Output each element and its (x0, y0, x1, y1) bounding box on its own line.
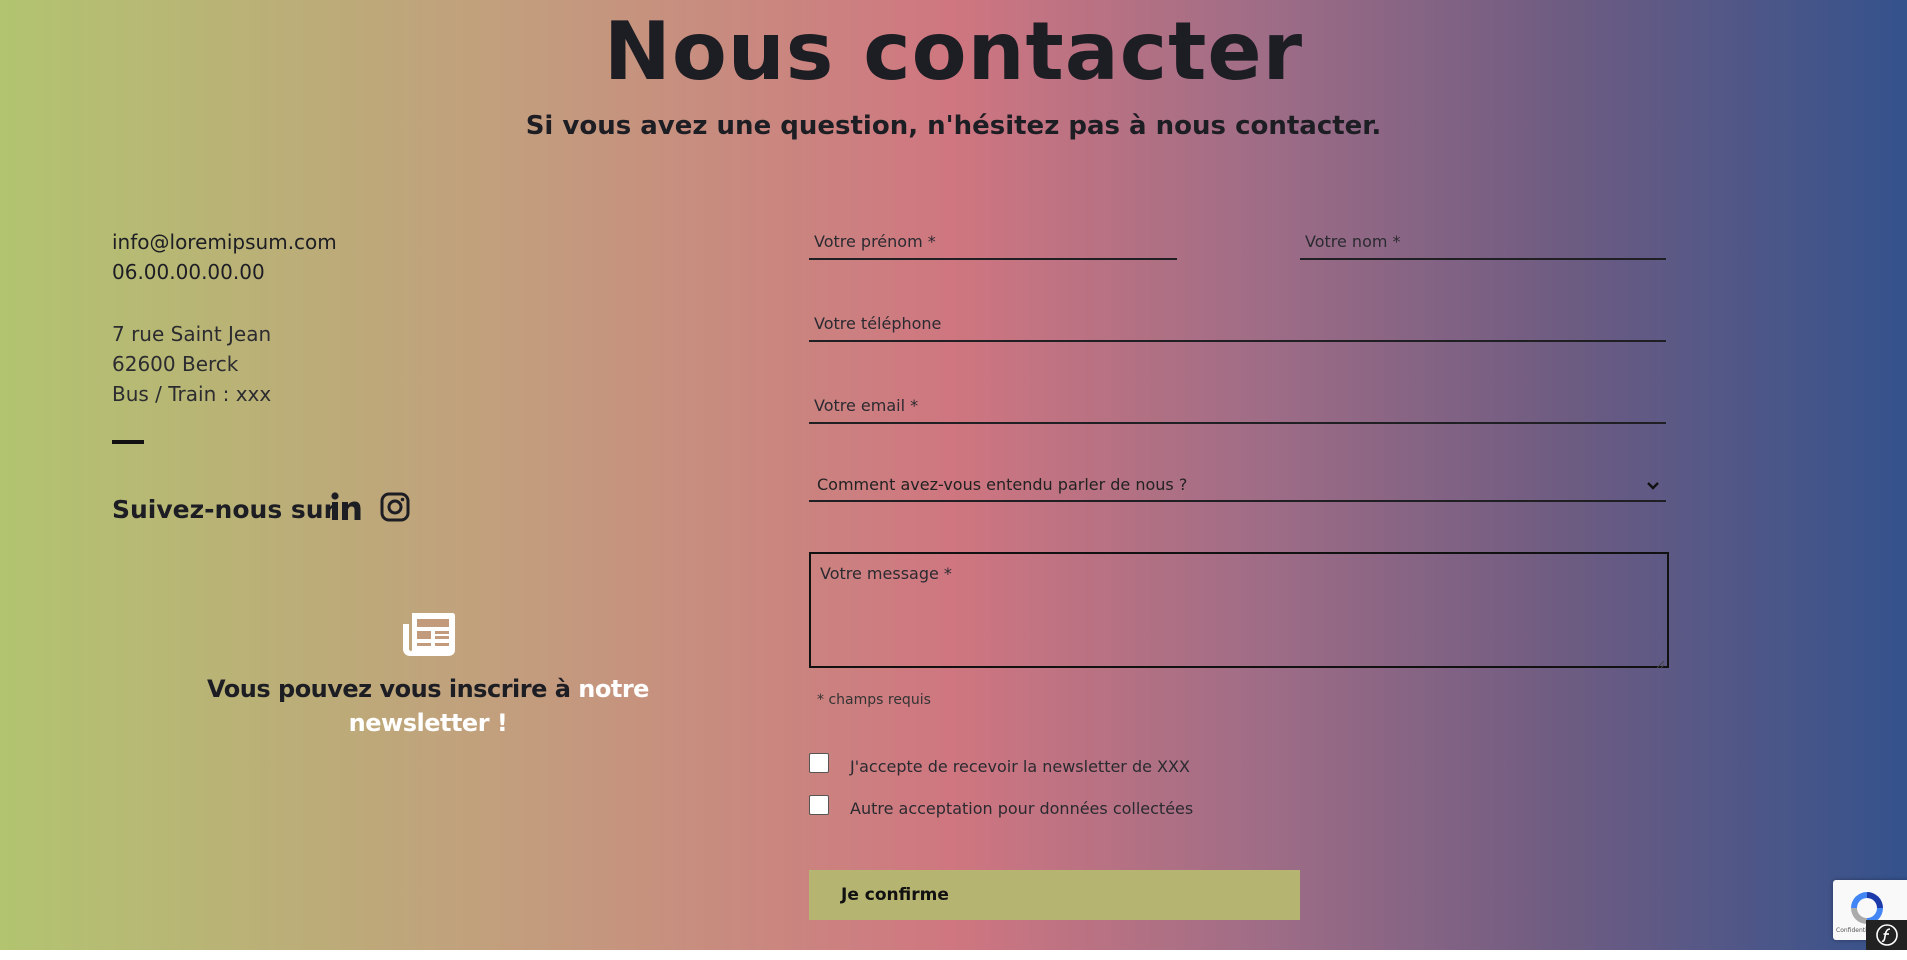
source-select-value: Comment avez-vous entendu parler de nous… (817, 475, 1188, 494)
phone-placeholder: Votre téléphone (814, 314, 942, 333)
symfony-icon (1876, 924, 1898, 946)
required-note: * champs requis (817, 692, 931, 708)
chevron-down-icon (1646, 478, 1660, 492)
newsletter-checkbox-label[interactable]: J'accepte de recevoir la newsletter de X… (850, 757, 1190, 777)
divider (112, 440, 144, 444)
email-placeholder: Votre email * (814, 396, 919, 415)
source-select[interactable]: Comment avez-vous entendu parler de nous… (809, 470, 1666, 502)
newsletter-promo-prefix: Vous pouvez vous inscrire à (207, 675, 579, 703)
newsletter-checkbox[interactable] (809, 753, 829, 773)
transport-info: Bus / Train : xxx (112, 382, 272, 406)
data-consent-checkbox-label[interactable]: Autre acceptation pour données collectée… (850, 799, 1193, 819)
resize-handle-icon[interactable] (1655, 654, 1665, 669)
page-bottom-strip (0, 950, 1907, 960)
phone-field[interactable]: Votre téléphone (809, 308, 1666, 342)
lastname-placeholder: Votre nom * (1305, 232, 1401, 251)
email-field[interactable]: Votre email * (809, 390, 1666, 424)
contact-phone[interactable]: 06.00.00.00.00 (112, 257, 265, 287)
firstname-placeholder: Votre prénom * (814, 232, 936, 251)
lastname-field[interactable]: Votre nom * (1300, 226, 1666, 260)
page-subtitle: Si vous avez une question, n'hésitez pas… (525, 111, 1382, 141)
page-title: Nous contacter (603, 5, 1304, 98)
symfony-toolbar-toggle[interactable] (1866, 920, 1907, 950)
message-placeholder: Votre message * (820, 564, 952, 583)
instagram-icon[interactable] (378, 490, 412, 524)
address-line-2: 62600 Berck (112, 352, 239, 376)
follow-us-label: Suivez-nous sur (112, 495, 336, 524)
linkedin-icon[interactable] (329, 490, 363, 524)
newspaper-icon (402, 610, 456, 658)
message-textarea[interactable]: Votre message * (809, 552, 1669, 669)
newsletter-promo-text: Vous pouvez vous inscrire à notre newsle… (150, 672, 706, 740)
data-consent-checkbox[interactable] (809, 795, 829, 815)
address-line-1: 7 rue Saint Jean (112, 322, 272, 346)
contact-email[interactable]: info@loremipsum.com (112, 227, 337, 257)
submit-button[interactable]: Je confirme (809, 870, 1300, 920)
firstname-field[interactable]: Votre prénom * (809, 226, 1177, 260)
